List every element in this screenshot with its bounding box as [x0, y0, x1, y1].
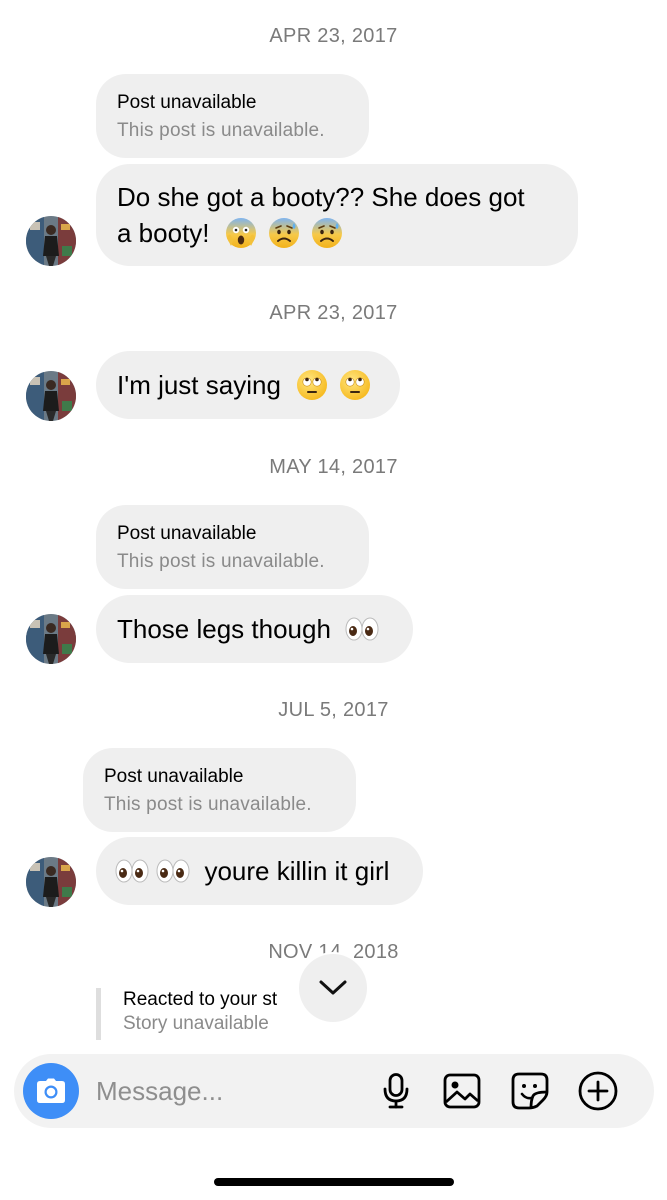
message-text: I'm just saying — [117, 370, 281, 400]
eyes-icon — [114, 855, 150, 887]
home-indicator — [214, 1178, 454, 1186]
face-with-rolling-eyes-icon — [296, 369, 328, 401]
post-title: Post unavailable — [117, 92, 257, 113]
story-reply[interactable]: Reacted to your st Story unavailable — [96, 988, 277, 1040]
eyes-icon — [344, 613, 380, 645]
message-text-line-2: a booty! — [117, 218, 210, 248]
face-with-rolling-eyes-icon — [339, 369, 371, 401]
message-bubble[interactable]: I'm just saying — [96, 351, 400, 419]
plus-circle-icon — [578, 1071, 618, 1111]
story-reply-title: Reacted to your st — [123, 989, 278, 1010]
message-bubble[interactable]: Do she got a booty?? She does got a boot… — [96, 164, 578, 266]
eyes-icon — [155, 855, 191, 887]
image-icon — [443, 1073, 481, 1109]
camera-button[interactable] — [23, 1063, 79, 1119]
unavailable-post-card[interactable]: Post unavailable This post is unavailabl… — [96, 505, 369, 589]
unavailable-post-card[interactable]: Post unavailable This post is unavailabl… — [83, 748, 356, 832]
microphone-icon — [383, 1073, 409, 1109]
post-subtitle: This post is unavailable. — [104, 794, 312, 815]
message-text: Those legs though — [117, 614, 331, 644]
story-reply-subtitle: Story unavailable — [123, 1013, 269, 1034]
post-subtitle: This post is unavailable. — [117, 551, 325, 572]
sticker-button[interactable] — [510, 1071, 550, 1111]
avatar[interactable] — [26, 857, 76, 907]
post-title: Post unavailable — [104, 766, 244, 787]
unavailable-post-card[interactable]: Post unavailable This post is unavailabl… — [96, 74, 369, 158]
microphone-button[interactable] — [376, 1071, 416, 1111]
face-screaming-in-fear-icon — [225, 217, 257, 249]
message-bubble[interactable]: youre killin it girl — [96, 837, 423, 905]
date-separator: JUL 5, 2017 — [278, 699, 389, 721]
sticker-icon — [511, 1072, 549, 1110]
post-title: Post unavailable — [117, 523, 257, 544]
gallery-button[interactable] — [442, 1071, 482, 1111]
chevron-down-icon — [319, 980, 347, 995]
avatar[interactable] — [26, 216, 76, 266]
avatar[interactable] — [26, 371, 76, 421]
date-separator: APR 23, 2017 — [269, 25, 398, 47]
date-separator: MAY 14, 2017 — [269, 456, 398, 478]
scroll-to-bottom-button[interactable] — [299, 954, 367, 1022]
camera-icon — [37, 1078, 65, 1103]
anxious-face-with-sweat-icon — [311, 217, 343, 249]
avatar[interactable] — [26, 614, 76, 664]
add-button[interactable] — [578, 1071, 618, 1111]
date-separator: APR 23, 2017 — [269, 302, 398, 324]
message-bubble[interactable]: Those legs though — [96, 595, 413, 663]
message-composer — [14, 1054, 654, 1128]
post-subtitle: This post is unavailable. — [117, 120, 325, 141]
anxious-face-with-sweat-icon — [268, 217, 300, 249]
message-text-line-1: Do she got a booty?? She does got — [117, 182, 525, 212]
message-input[interactable] — [96, 1074, 356, 1108]
message-text: youre killin it girl — [204, 856, 390, 886]
